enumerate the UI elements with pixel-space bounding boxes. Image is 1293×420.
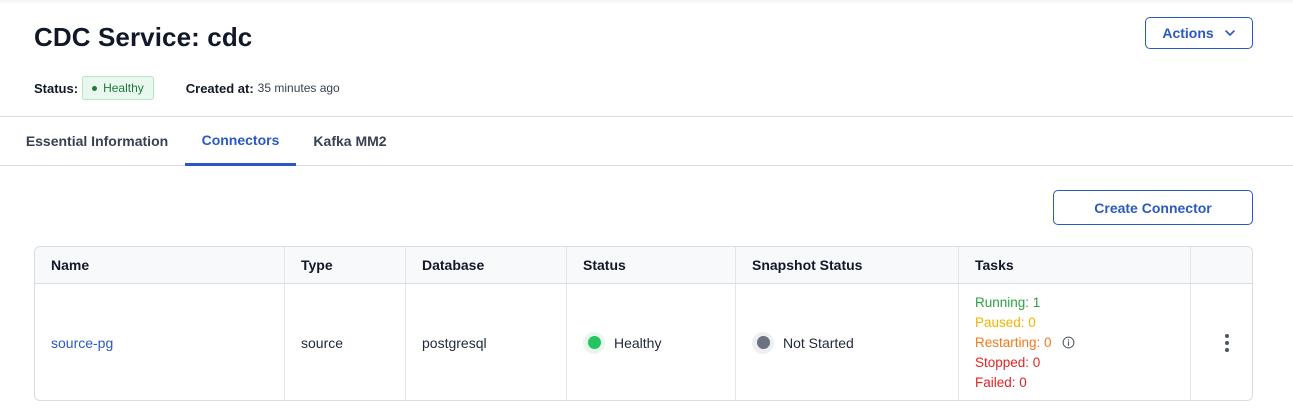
connector-database: postgresql (422, 334, 487, 351)
chevron-down-icon (1224, 30, 1235, 36)
column-header-tasks: Tasks (959, 247, 1191, 283)
cell-status: Healthy (567, 284, 736, 400)
column-header-name: Name (35, 247, 285, 283)
column-header-type: Type (285, 247, 406, 283)
actions-label: Actions (1162, 25, 1214, 41)
cell-name: source-pg (35, 284, 285, 400)
healthy-status-icon (583, 331, 605, 354)
actions-button[interactable]: Actions (1145, 17, 1253, 49)
tab-essential-information[interactable]: Essential Information (16, 117, 178, 165)
tab-bar: Essential Information Connectors Kafka M… (0, 116, 1293, 166)
column-header-database: Database (406, 247, 567, 283)
connector-status-text: Healthy (614, 334, 662, 351)
created-value: 35 minutes ago (257, 81, 340, 95)
snapshot-status: Not Started (752, 331, 854, 354)
connector-name-link[interactable]: source-pg (51, 335, 113, 351)
tasks-stopped: Stopped: 0 (975, 354, 1041, 370)
created-label: Created at: (185, 80, 254, 96)
status-label: Status: (34, 80, 79, 96)
cell-row-actions (1191, 284, 1252, 400)
tasks-paused: Paused: 0 (975, 314, 1036, 330)
column-header-actions (1191, 247, 1252, 283)
tasks-restarting-row: Restarting: 0 (975, 335, 1075, 351)
tab-connectors[interactable]: Connectors (185, 117, 296, 166)
info-icon[interactable] (1062, 336, 1075, 349)
table-header: Name Type Database Status Snapshot Statu… (35, 247, 1252, 284)
meta-row: Status: Healthy Created at: 35 minutes a… (34, 76, 340, 100)
tasks-running: Running: 1 (975, 294, 1041, 310)
page-title: CDC Service: cdc (34, 22, 253, 52)
snapshot-status-text: Not Started (783, 334, 854, 351)
tasks-restarting: Restarting: 0 (975, 334, 1052, 350)
connector-type: source (301, 334, 344, 351)
status-dot-icon (92, 85, 98, 91)
cell-database: postgresql (406, 284, 567, 400)
cell-type: source (285, 284, 406, 400)
top-shadow (0, 0, 1293, 4)
connector-status: Healthy (583, 331, 662, 354)
tasks-summary: Running: 1 Paused: 0 Restarting: 0 Stopp… (975, 295, 1075, 391)
status-badge: Healthy (82, 76, 154, 100)
column-header-snapshot-status: Snapshot Status (736, 247, 959, 283)
cell-tasks: Running: 1 Paused: 0 Restarting: 0 Stopp… (959, 284, 1191, 400)
column-header-status: Status (567, 247, 736, 283)
tab-kafka-mm2[interactable]: Kafka MM2 (301, 117, 399, 165)
cell-snapshot-status: Not Started (736, 284, 959, 400)
table-row: source-pg source postgresql Healthy Not … (35, 284, 1252, 400)
connectors-table: Name Type Database Status Snapshot Statu… (34, 246, 1253, 401)
not-started-status-icon (752, 331, 774, 354)
create-connector-button[interactable]: Create Connector (1053, 190, 1253, 225)
kebab-menu-icon[interactable] (1215, 331, 1239, 355)
tasks-failed: Failed: 0 (975, 374, 1027, 390)
status-badge-text: Healthy (103, 81, 144, 95)
